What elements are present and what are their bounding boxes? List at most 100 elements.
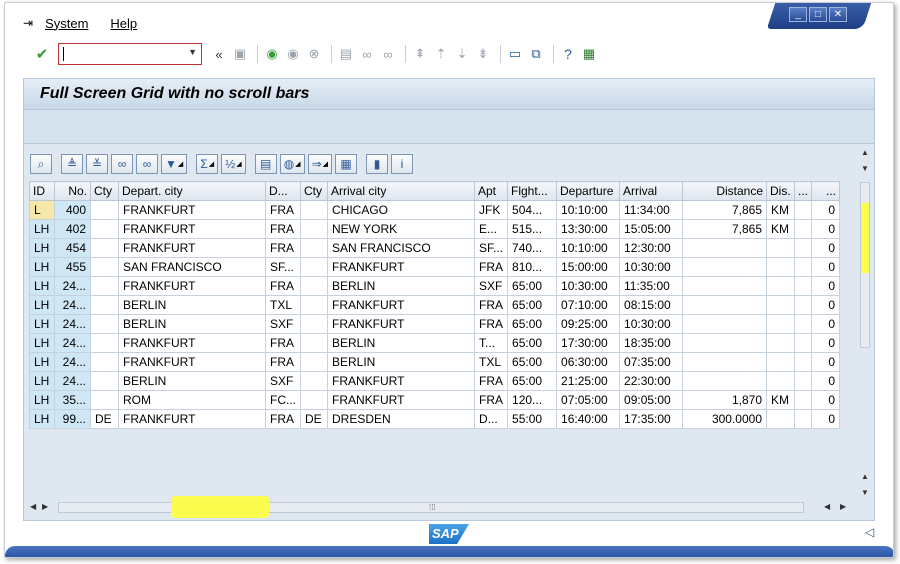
grid-cell[interactable]: LH — [29, 276, 55, 296]
grid-cell[interactable] — [766, 371, 796, 391]
grid-cell[interactable]: TXL — [265, 295, 301, 315]
grid-cell[interactable]: 400 — [54, 200, 91, 220]
grid-cell[interactable]: 515... — [507, 219, 558, 239]
command-field[interactable]: ▼ — [58, 43, 202, 65]
save-icon[interactable]: ▣ — [231, 45, 249, 63]
grid-cell[interactable] — [90, 219, 119, 239]
grid-cell[interactable]: 0 — [811, 295, 841, 315]
views-icon[interactable]: ◍ ◢ — [279, 154, 305, 174]
grid-cell[interactable]: FRANKFURT — [327, 295, 475, 315]
table-row[interactable]: LH 24... BERLIN SXF FRANKFURT FRA 65:00 21:25:0… — [29, 371, 841, 391]
grid-cell[interactable]: BERLIN — [118, 314, 266, 334]
grid-cell[interactable] — [300, 238, 328, 258]
grid-cell[interactable]: 0 — [811, 390, 841, 410]
grid-cell[interactable]: 24... — [54, 333, 91, 353]
info-icon[interactable]: i — [391, 154, 414, 174]
scroll-up-icon[interactable]: ▲ — [860, 472, 870, 482]
grid-cell[interactable]: FRA — [265, 409, 301, 429]
grid-cell[interactable] — [794, 200, 813, 220]
grid-cell[interactable]: 0 — [811, 276, 841, 296]
column-header[interactable]: Dis. — [766, 181, 796, 201]
graphic-icon[interactable]: ▮ — [366, 154, 389, 174]
grid-cell[interactable]: TXL — [473, 352, 509, 372]
grid-cell[interactable]: FRANKFURT — [327, 314, 475, 334]
scroll-right-icon[interactable]: ▶ — [42, 502, 48, 511]
grid-cell[interactable]: 402 — [54, 219, 91, 239]
grid-cell[interactable]: FRA — [473, 314, 509, 334]
grid-cell[interactable]: 16:40:00 — [556, 409, 621, 429]
grid-cell[interactable] — [300, 390, 328, 410]
grid-cell[interactable]: LH — [29, 409, 55, 429]
grid-cell[interactable]: 07:35:00 — [619, 352, 684, 372]
vertical-scrollbar[interactable]: ▲ ▼ ▲ ▼ — [858, 148, 872, 498]
grid-cell[interactable] — [766, 276, 796, 296]
grid-cell[interactable] — [766, 238, 796, 258]
grid-cell[interactable]: FRANKFURT — [118, 409, 266, 429]
grid-cell[interactable]: DE — [90, 409, 119, 429]
print-icon[interactable]: ▤ — [337, 45, 355, 63]
column-header[interactable]: ... — [794, 181, 813, 201]
grid-cell[interactable] — [794, 409, 813, 429]
grid-cell[interactable]: 10:30:00 — [619, 314, 684, 334]
horizontal-scroll-track[interactable]: ⁞⁞⁞ — [58, 496, 804, 518]
grid-cell[interactable]: E... — [473, 219, 509, 239]
grid-cell[interactable] — [794, 238, 813, 258]
grid-cell[interactable]: 0 — [811, 314, 841, 334]
column-header[interactable]: Arrival — [619, 181, 684, 201]
scroll-left-icon[interactable]: ◀ — [30, 502, 36, 511]
grid-cell[interactable]: SF... — [473, 238, 509, 258]
grid-cell[interactable]: FRA — [473, 257, 509, 277]
grid-cell[interactable]: 0 — [811, 333, 841, 353]
grid-cell[interactable]: 65:00 — [507, 333, 558, 353]
grid-cell[interactable]: JFK — [473, 200, 509, 220]
grid-cell[interactable]: 10:30:00 — [619, 257, 684, 277]
grid-cell[interactable]: T... — [473, 333, 509, 353]
grid-cell[interactable] — [300, 371, 328, 391]
chevron-down-icon[interactable]: ▼ — [188, 47, 197, 57]
grid-cell[interactable]: 0 — [811, 352, 841, 372]
column-header[interactable]: Distance — [682, 181, 768, 201]
vertical-scroll-track[interactable] — [860, 182, 870, 348]
grid-cell[interactable]: 22:30:00 — [619, 371, 684, 391]
grid-cell[interactable]: 99... — [54, 409, 91, 429]
grid-cell[interactable]: SAN FRANCISCO — [118, 257, 266, 277]
grid-cell[interactable] — [300, 257, 328, 277]
grid-cell[interactable]: D... — [473, 409, 509, 429]
grid-cell[interactable]: 740... — [507, 238, 558, 258]
grid-cell[interactable] — [794, 371, 813, 391]
table-row[interactable]: LH 35... ROM FC... FRANKFURT FRA 120... 07:05:0… — [29, 390, 841, 410]
grid-cell[interactable] — [300, 276, 328, 296]
grid-cell[interactable]: 07:10:00 — [556, 295, 621, 315]
collapse-icon[interactable]: « — [210, 45, 228, 63]
grid-cell[interactable]: BERLIN — [327, 333, 475, 353]
grid-cell[interactable] — [90, 200, 119, 220]
grid-cell[interactable]: 07:05:00 — [556, 390, 621, 410]
grid-cell[interactable]: FRANKFURT — [118, 238, 266, 258]
grid-cell[interactable]: 0 — [811, 257, 841, 277]
grid-cell[interactable] — [90, 295, 119, 315]
table-row[interactable]: LH 455 SAN FRANCISCO SF... FRANKFURT FRA 810..… — [29, 257, 841, 277]
grid-cell[interactable]: 24... — [54, 295, 91, 315]
layout-icon[interactable]: ▦ — [580, 45, 598, 63]
grid-cell[interactable] — [794, 333, 813, 353]
grid-cell[interactable] — [682, 314, 768, 334]
shortcut-icon[interactable]: ⧉ — [527, 45, 545, 63]
grid-cell[interactable] — [794, 276, 813, 296]
grid-cell[interactable] — [300, 352, 328, 372]
grid-cell[interactable] — [682, 371, 768, 391]
grid-cell[interactable] — [794, 390, 813, 410]
column-header[interactable]: ... — [811, 181, 841, 201]
grid-cell[interactable]: 504... — [507, 200, 558, 220]
grid-cell[interactable]: SXF — [265, 314, 301, 334]
scroll-right-icon[interactable]: ▶ — [840, 502, 846, 511]
grid-cell[interactable]: 10:10:00 — [556, 238, 621, 258]
grid-cell[interactable]: 10:30:00 — [556, 276, 621, 296]
sort-asc-icon[interactable]: ≜ — [61, 154, 83, 174]
grid-cell[interactable]: NEW YORK — [327, 219, 475, 239]
table-row[interactable]: L 400 FRANKFURT FRA CHICAGO JFK 504... 10:10:00… — [29, 200, 841, 220]
grid-cell[interactable]: FRANKFURT — [327, 371, 475, 391]
grid-cell[interactable]: 15:00:00 — [556, 257, 621, 277]
sum-icon[interactable]: Σ ◢ — [196, 154, 219, 174]
grid-cell[interactable]: 06:30:00 — [556, 352, 621, 372]
table-row[interactable]: LH 24... FRANKFURT FRA BERLIN TXL 65:00 06:30:0… — [29, 352, 841, 372]
